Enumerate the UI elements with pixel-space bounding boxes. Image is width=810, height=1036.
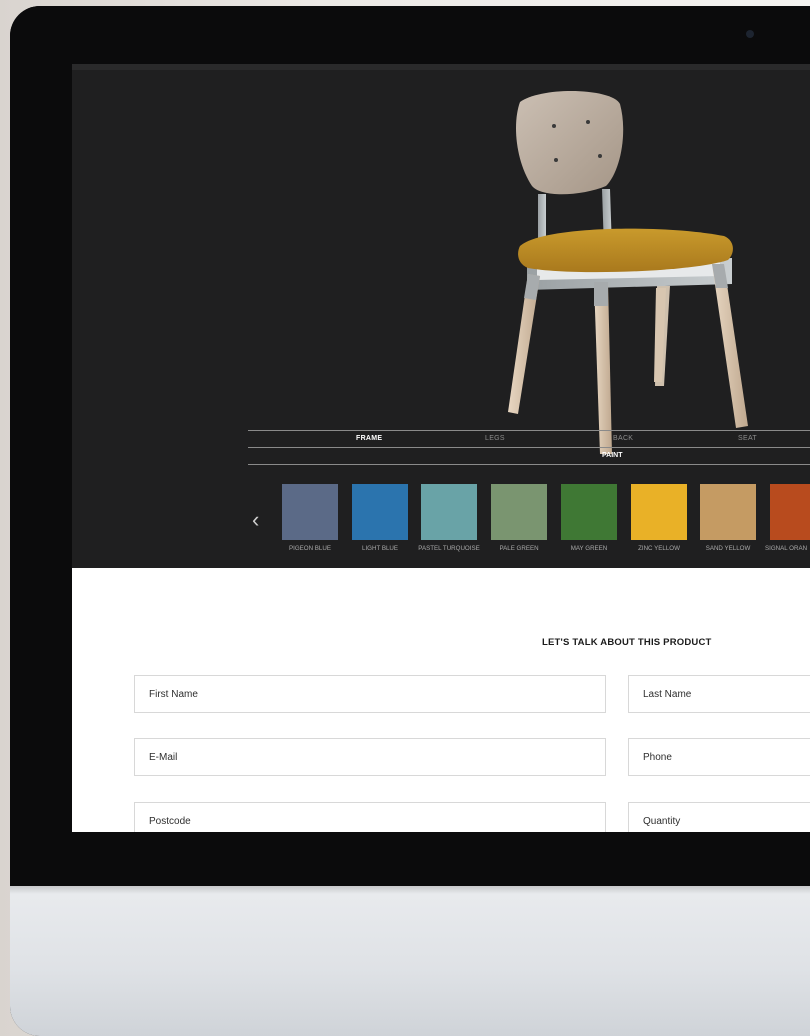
- swatch-pigeon-blue[interactable]: [282, 484, 338, 540]
- form-title: LET'S TALK ABOUT THIS PRODUCT: [542, 637, 712, 648]
- last-name-field[interactable]: Last Name: [628, 675, 810, 713]
- sub-tab-paint[interactable]: PAINT: [602, 452, 622, 459]
- contact-form: LET'S TALK ABOUT THIS PRODUCT First Name…: [72, 568, 810, 832]
- swatch-label: PASTEL TURQUOISE: [418, 545, 480, 552]
- first-name-field[interactable]: First Name: [134, 675, 606, 713]
- imac-device: FRAME LEGS BACK SEAT PAINT ‹ PIGEON BLUE…: [10, 6, 810, 1036]
- swatch-may-green[interactable]: [561, 484, 617, 540]
- swatch-signal-orange[interactable]: [770, 484, 810, 540]
- swatch-sand-yellow[interactable]: [700, 484, 756, 540]
- swatch-label: ZINC YELLOW: [638, 545, 680, 552]
- tab-seat[interactable]: SEAT: [738, 435, 757, 442]
- quantity-field[interactable]: Quantity: [628, 802, 810, 832]
- swatch-label: LIGHT BLUE: [362, 545, 398, 552]
- swatch-light-blue[interactable]: [352, 484, 408, 540]
- camera-icon: [746, 30, 754, 38]
- screen: FRAME LEGS BACK SEAT PAINT ‹ PIGEON BLUE…: [72, 64, 810, 832]
- email-field[interactable]: E-Mail: [134, 738, 606, 776]
- swatch-pale-green[interactable]: [491, 484, 547, 540]
- phone-field[interactable]: Phone: [628, 738, 810, 776]
- chevron-left-icon[interactable]: ‹: [252, 509, 266, 531]
- swatch-label: SAND YELLOW: [705, 545, 751, 552]
- product-3d-viewer[interactable]: FRAME LEGS BACK SEAT PAINT ‹ PIGEON BLUE…: [72, 64, 810, 568]
- swatch-label: PALE GREEN: [499, 545, 539, 552]
- tab-back[interactable]: BACK: [613, 435, 633, 442]
- swatch-label: MAY GREEN: [570, 545, 608, 552]
- swatch-pastel-turquoise[interactable]: [421, 484, 477, 540]
- tab-legs[interactable]: LEGS: [485, 435, 505, 442]
- postcode-field[interactable]: Postcode: [134, 802, 606, 832]
- tab-frame[interactable]: FRAME: [356, 435, 382, 442]
- imac-chin: [10, 886, 810, 1036]
- swatch-label: PIGEON BLUE: [289, 545, 331, 552]
- swatch-zinc-yellow[interactable]: [631, 484, 687, 540]
- swatch-label: SIGNAL ORAN: [765, 545, 808, 552]
